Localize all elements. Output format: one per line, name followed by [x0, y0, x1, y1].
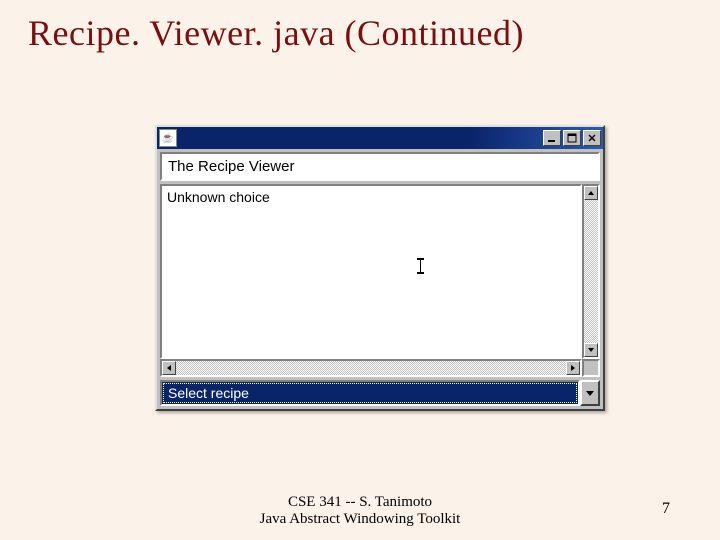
minimize-icon [547, 133, 557, 143]
chevron-down-icon [585, 388, 595, 398]
scroll-right-button[interactable] [566, 361, 580, 375]
titlebar[interactable]: ☕ [157, 127, 603, 149]
slide-footer: CSE 341 -- S. Tanimoto Java Abstract Win… [0, 494, 720, 528]
scroll-left-button[interactable] [162, 361, 176, 375]
arrow-up-icon [587, 189, 595, 197]
java-app-window: ☕ The Recipe Viewer Unknown choice [155, 125, 605, 411]
select-dropdown-button[interactable] [580, 380, 600, 406]
text-cursor-icon [417, 258, 424, 274]
vertical-scroll-track[interactable] [584, 200, 598, 343]
scroll-corner [582, 359, 600, 377]
java-cup-icon: ☕ [159, 129, 177, 147]
select-display[interactable]: Select recipe [160, 380, 580, 406]
app-header-label: The Recipe Viewer [160, 152, 600, 181]
close-button[interactable] [583, 130, 601, 146]
page-number: 7 [662, 500, 670, 518]
textarea-content: Unknown choice [167, 189, 270, 205]
scroll-up-button[interactable] [584, 186, 598, 200]
recipe-textarea[interactable]: Unknown choice [160, 184, 582, 359]
maximize-button[interactable] [563, 130, 581, 146]
textarea-container: Unknown choice [160, 184, 600, 359]
vertical-scrollbar[interactable] [582, 184, 600, 359]
recipe-select[interactable]: Select recipe [160, 380, 600, 406]
arrow-right-icon [569, 364, 577, 372]
close-icon [587, 133, 597, 143]
slide-title: Recipe. Viewer. java (Continued) [0, 0, 720, 54]
maximize-icon [567, 133, 577, 143]
footer-line-2: Java Abstract Windowing Toolkit [0, 511, 720, 528]
arrow-down-icon [587, 346, 595, 354]
scroll-down-button[interactable] [584, 343, 598, 357]
hscroll-row [160, 359, 600, 377]
select-value: Select recipe [163, 383, 577, 403]
client-area: The Recipe Viewer Unknown choice [157, 149, 603, 409]
arrow-left-icon [165, 364, 173, 372]
horizontal-scroll-track[interactable] [176, 361, 566, 375]
minimize-button[interactable] [543, 130, 561, 146]
footer-line-1: CSE 341 -- S. Tanimoto [0, 494, 720, 511]
horizontal-scrollbar[interactable] [160, 359, 582, 377]
